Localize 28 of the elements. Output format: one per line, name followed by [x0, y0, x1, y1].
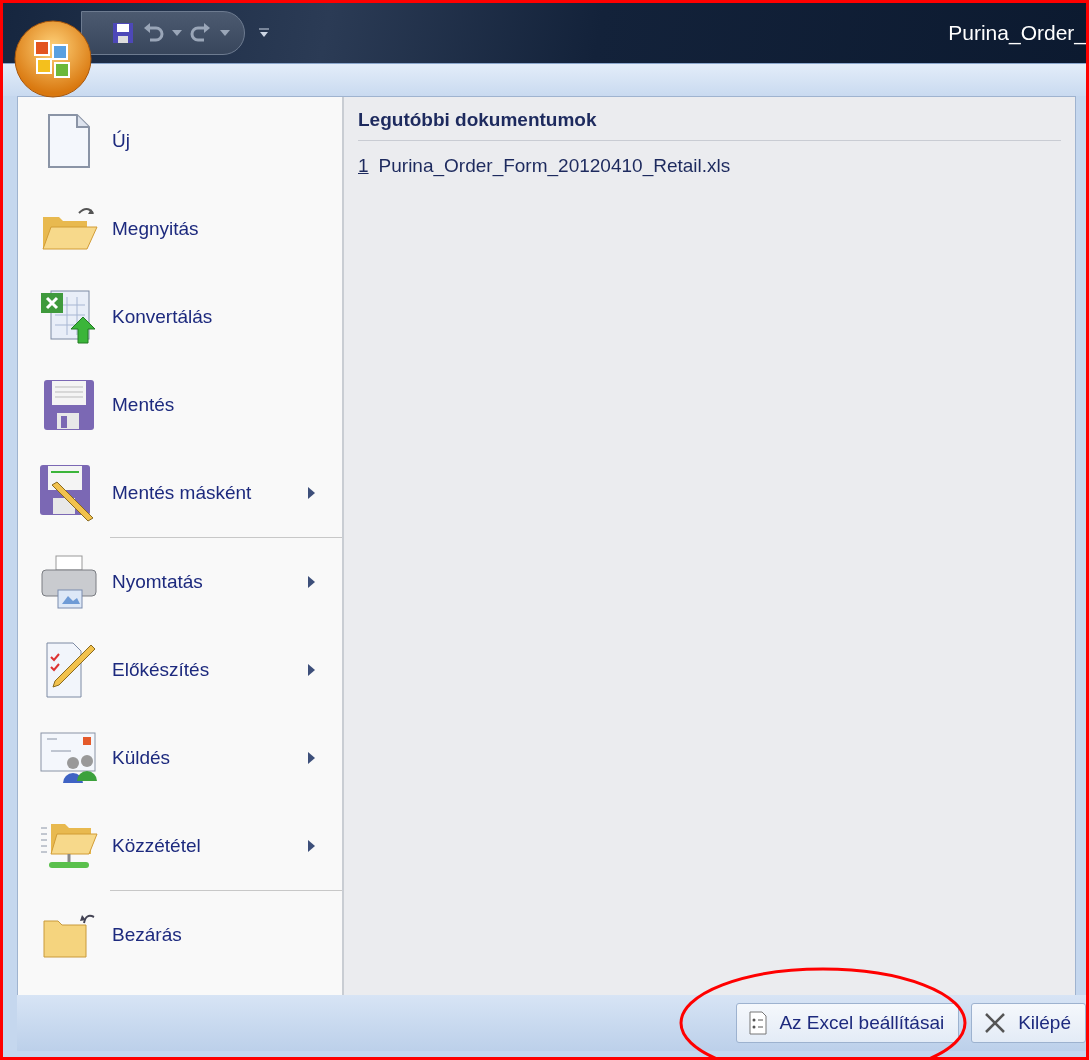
menu-item[interactable]: Új: [18, 97, 342, 185]
menu-item[interactable]: Megnyitás: [18, 185, 342, 273]
blank-page-icon: [47, 113, 91, 169]
menu-item[interactable]: Mentés másként: [18, 449, 342, 537]
redo-icon[interactable]: [190, 22, 212, 44]
menu-item[interactable]: Előkészítés: [18, 626, 342, 714]
menu-item[interactable]: Mentés: [18, 361, 342, 449]
office-button[interactable]: [13, 19, 93, 99]
window-title: Purina_Order_: [948, 21, 1086, 45]
settings-list-icon: [749, 1011, 768, 1035]
menu-item[interactable]: Közzététel: [18, 802, 342, 890]
recent-file-item[interactable]: 1 Purina_Order_Form_20120410_Retail.xls: [358, 155, 1061, 177]
close-icon: [984, 1012, 1007, 1034]
folder-arrow-icon: [39, 205, 99, 253]
recent-documents-heading: Legutóbbi dokumentumok: [358, 107, 1061, 141]
undo-icon[interactable]: [142, 22, 164, 44]
save-icon[interactable]: [112, 22, 134, 44]
customize-caret-icon[interactable]: [259, 28, 269, 38]
exit-button[interactable]: Kilépé: [971, 1003, 1086, 1043]
menu-item[interactable]: Nyomtatás: [18, 538, 342, 626]
dropdown-caret-icon[interactable]: [172, 30, 182, 36]
printer-icon: [40, 554, 98, 610]
options-button[interactable]: Az Excel beállításai: [736, 1003, 960, 1043]
menu-item[interactable]: Konvertálás: [18, 273, 342, 361]
menu-item[interactable]: Küldés: [18, 714, 342, 802]
dropdown-caret-icon[interactable]: [220, 30, 230, 36]
envelope-people-icon: [39, 731, 99, 785]
menu-item[interactable]: Bezárás: [18, 891, 342, 979]
